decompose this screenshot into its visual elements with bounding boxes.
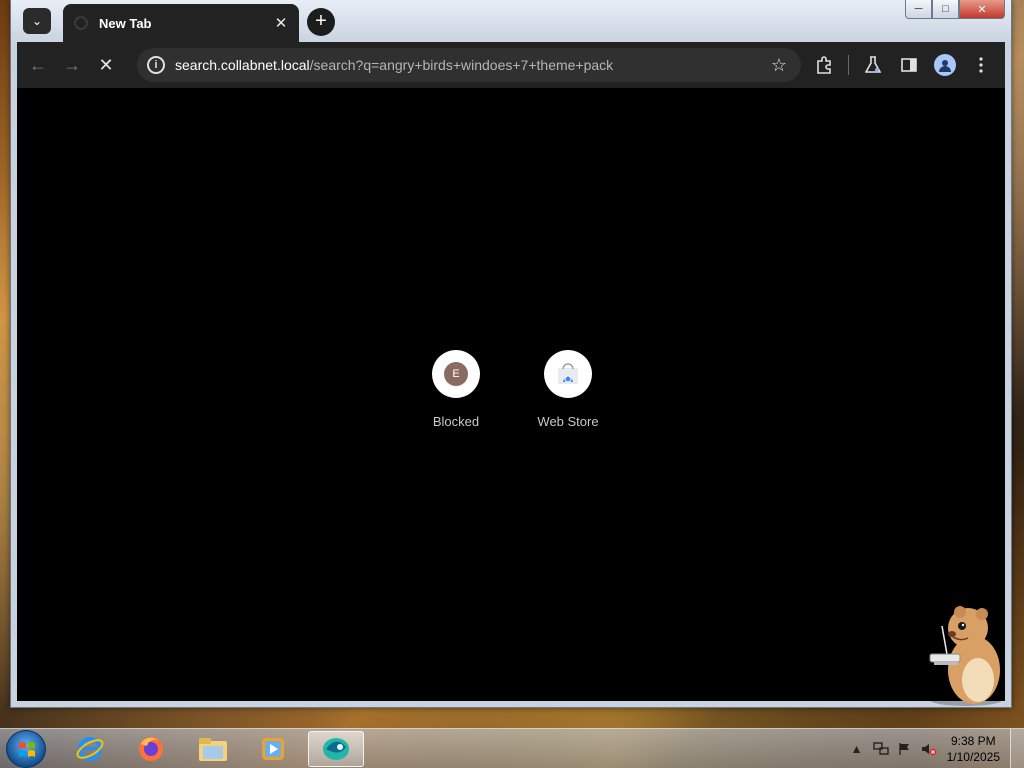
title-bar: ⌄ New Tab ✕ + ─ □ ✕	[11, 0, 1011, 42]
web-store-icon	[558, 363, 578, 384]
show-hidden-icons-icon[interactable]: ▲	[847, 739, 867, 759]
tab-title: New Tab	[99, 15, 152, 31]
hamster-mascot-icon	[929, 606, 1002, 706]
clock[interactable]: 9:38 PM 1/10/2025	[947, 733, 1000, 765]
maximize-button[interactable]: □	[932, 0, 959, 19]
menu-icon[interactable]	[963, 48, 999, 82]
firefox-icon[interactable]	[123, 731, 179, 767]
back-button[interactable]: ←	[21, 48, 55, 82]
tab-new-tab[interactable]: New Tab ✕	[63, 4, 299, 42]
system-tray: ▲ 9:38 PM 1/10/2025	[845, 729, 1024, 768]
plus-icon: +	[315, 10, 327, 32]
new-tab-favicon-icon	[74, 16, 88, 30]
shortcut-web-store[interactable]: Web Store	[523, 350, 613, 429]
profile-icon[interactable]	[927, 48, 963, 82]
window-controls: ─ □ ✕	[905, 0, 1005, 20]
browser-window: ⌄ New Tab ✕ + ─ □ ✕ ← → ✕ i search.colla…	[10, 0, 1012, 708]
forward-button[interactable]: →	[55, 48, 89, 82]
labs-icon[interactable]	[855, 48, 891, 82]
avatar	[934, 54, 956, 76]
start-button[interactable]	[6, 730, 46, 768]
internet-explorer-icon[interactable]	[62, 731, 118, 767]
windows-logo-icon	[19, 742, 35, 757]
clock-date: 1/10/2025	[946, 750, 1000, 764]
stop-icon: ✕	[98, 54, 114, 75]
site-info-icon[interactable]: i	[147, 56, 165, 74]
network-icon[interactable]	[871, 739, 891, 759]
close-window-button[interactable]: ✕	[959, 0, 1005, 19]
media-player-icon[interactable]	[245, 731, 301, 767]
arrow-left-icon: ←	[29, 54, 47, 75]
taskbar: ▲ 9:38 PM 1/10/2025	[0, 728, 1024, 768]
url-path: /search?q=angry+birds+windoes+7+theme+pa…	[309, 57, 614, 73]
toolbar-actions	[806, 48, 999, 82]
shortcut-label: Web Store	[537, 414, 599, 429]
url-host: search.collabnet.local	[175, 57, 310, 73]
stop-loading-button[interactable]: ✕	[89, 48, 123, 82]
action-center-flag-icon[interactable]	[895, 739, 915, 759]
clock-time: 9:38 PM	[950, 734, 996, 748]
browser-icon[interactable]	[308, 731, 364, 767]
shortcut-blocked[interactable]: E Blocked	[411, 350, 501, 429]
tab-search-button[interactable]: ⌄	[23, 8, 51, 34]
address-bar[interactable]: i search.collabnet.local /search?q=angry…	[137, 48, 801, 82]
shortcut-tile: E	[432, 350, 480, 398]
arrow-right-icon: →	[63, 54, 81, 75]
toolbar-divider	[848, 55, 849, 75]
side-panel-icon[interactable]	[891, 48, 927, 82]
file-explorer-icon[interactable]	[185, 731, 241, 767]
new-tab-page: E Blocked Web Store	[17, 88, 1005, 701]
minimize-button[interactable]: ─	[905, 0, 932, 19]
new-tab-button[interactable]: +	[307, 8, 335, 36]
chevron-down-icon: ⌄	[31, 14, 43, 28]
shortcut-tile	[544, 350, 592, 398]
shortcut-label: Blocked	[432, 414, 480, 429]
volume-muted-icon[interactable]	[919, 739, 939, 759]
bookmark-star-icon[interactable]: ☆	[771, 55, 787, 76]
browser-toolbar: ← → ✕ i search.collabnet.local /search?q…	[17, 42, 1005, 88]
letter-avatar-icon: E	[444, 362, 468, 386]
extensions-icon[interactable]	[806, 48, 842, 82]
tab-close-icon[interactable]: ✕	[269, 14, 293, 32]
show-desktop-button[interactable]	[1010, 729, 1024, 768]
